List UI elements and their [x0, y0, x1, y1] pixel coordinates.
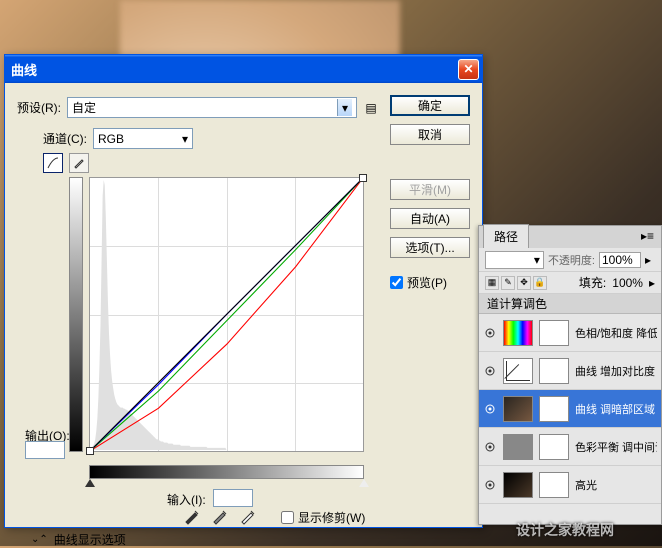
chevron-down-icon: ▾ [534, 253, 540, 267]
layer-item[interactable]: 曲线 增加对比度 [479, 352, 661, 390]
layer-mask-thumbnail [539, 434, 569, 460]
titlebar[interactable]: 曲线 ✕ [5, 55, 482, 83]
channel-label: 通道(C): [43, 130, 87, 147]
black-point-slider[interactable] [85, 479, 95, 487]
layer-mask-thumbnail [539, 472, 569, 498]
input-gradient [89, 465, 364, 479]
lock-paint-icon[interactable]: ✎ [501, 276, 515, 290]
preset-label: 预设(R): [17, 99, 61, 116]
layer-mask-thumbnail [539, 396, 569, 422]
dialog-title: 曲线 [11, 60, 458, 79]
preset-value: 自定 [72, 99, 96, 116]
close-icon: ✕ [463, 62, 473, 76]
output-gradient [69, 177, 83, 452]
chevron-down-icon: ▾ [337, 99, 352, 116]
preview-label: 预览(P) [407, 274, 447, 291]
layer-name: 曲线 增加对比度 [575, 363, 657, 379]
ok-button[interactable]: 确定 [390, 95, 470, 116]
fill-slider-icon[interactable]: ▸ [649, 276, 655, 290]
layer-name: 色彩平衡 调中间调 [575, 439, 657, 455]
channel-value: RGB [98, 132, 124, 146]
preview-checkbox[interactable]: 预览(P) [390, 274, 470, 291]
blend-mode-select[interactable]: ▾ [485, 251, 544, 269]
curve-point[interactable] [359, 174, 367, 182]
curve-display-options[interactable]: ⌄⌃ 曲线显示选项 [31, 531, 126, 548]
fill-label: 填充: [579, 274, 606, 291]
curves-dialog: 曲线 ✕ 预设(R): 自定 ▾ ▤ 通道(C): RGB ▾ [4, 54, 483, 528]
watermark: 设计之家教程网 [516, 520, 614, 540]
lock-position-icon[interactable]: ✥ [517, 276, 531, 290]
layer-thumbnail [503, 320, 533, 346]
visibility-icon[interactable] [483, 440, 497, 454]
white-eyedropper-icon[interactable] [239, 507, 257, 525]
group-name: 道计算调色 [487, 295, 547, 312]
visibility-icon[interactable] [483, 402, 497, 416]
layer-thumbnail [503, 358, 533, 384]
disclosure-label: 曲线显示选项 [54, 531, 126, 548]
layer-name: 高光 [575, 477, 657, 493]
lock-fill-row: ▦ ✎ ✥ 🔒 填充: 100% ▸ [479, 272, 661, 294]
opacity-input[interactable]: 100% [599, 252, 641, 268]
tab-paths[interactable]: 路径 [483, 224, 529, 248]
layer-group-header[interactable]: 道计算调色 [479, 294, 661, 314]
histogram [91, 180, 227, 450]
layers-panel: 路径 ▸≡ ▾ 不透明度: 100% ▸ ▦ ✎ ✥ 🔒 填充: 100% ▸ … [478, 225, 662, 525]
blend-opacity-row: ▾ 不透明度: 100% ▸ [479, 248, 661, 272]
layer-item[interactable]: 色彩平衡 调中间调 [479, 428, 661, 466]
panel-tabs: 路径 ▸≡ [479, 226, 661, 248]
smooth-button[interactable]: 平滑(M) [390, 179, 470, 200]
layer-name: 曲线 调暗部区域 [575, 401, 657, 417]
close-button[interactable]: ✕ [458, 59, 479, 80]
input-label: 输入(I): [167, 491, 206, 508]
layer-item[interactable]: 色相/饱和度 降低 [479, 314, 661, 352]
preset-select[interactable]: 自定 ▾ [67, 97, 357, 118]
preset-menu-icon[interactable]: ▤ [363, 100, 379, 116]
layer-mask-thumbnail [539, 320, 569, 346]
checkbox[interactable] [390, 276, 403, 289]
layer-name: 色相/饱和度 降低 [575, 325, 657, 341]
black-eyedropper-icon[interactable] [183, 507, 201, 525]
visibility-icon[interactable] [483, 364, 497, 378]
visibility-icon[interactable] [483, 326, 497, 340]
show-clipping-checkbox[interactable]: 显示修剪(W) [281, 509, 365, 526]
curves-graph[interactable] [89, 177, 364, 452]
layer-thumbnail [503, 434, 533, 460]
output-input[interactable] [25, 441, 65, 459]
checkbox[interactable] [281, 511, 294, 524]
opacity-slider-icon[interactable]: ▸ [645, 253, 655, 267]
curve-tool-button[interactable] [43, 153, 63, 173]
input-input[interactable] [213, 489, 253, 507]
lock-all-icon[interactable]: 🔒 [533, 276, 547, 290]
show-clipping-label: 显示修剪(W) [298, 509, 365, 526]
auto-button[interactable]: 自动(A) [390, 208, 470, 229]
layer-thumbnail [503, 396, 533, 422]
gray-eyedropper-icon[interactable] [211, 507, 229, 525]
layer-thumbnail [503, 472, 533, 498]
panel-menu-icon[interactable]: ▸≡ [641, 229, 657, 243]
layer-item[interactable]: 高光 [479, 466, 661, 504]
chevron-down-icon: ▾ [182, 132, 188, 146]
fill-input[interactable]: 100% [612, 276, 643, 290]
options-button[interactable]: 选项(T)... [390, 237, 470, 258]
curve-point[interactable] [86, 447, 94, 455]
layer-item[interactable]: 曲线 调暗部区域 [479, 390, 661, 428]
opacity-label: 不透明度: [548, 252, 595, 268]
visibility-icon[interactable] [483, 478, 497, 492]
chevron-icon: ⌄⌃ [31, 534, 48, 545]
channel-select[interactable]: RGB ▾ [93, 128, 193, 149]
cancel-button[interactable]: 取消 [390, 124, 470, 145]
pencil-tool-button[interactable] [69, 153, 89, 173]
white-point-slider[interactable] [359, 479, 369, 487]
lock-transparency-icon[interactable]: ▦ [485, 276, 499, 290]
layer-mask-thumbnail [539, 358, 569, 384]
